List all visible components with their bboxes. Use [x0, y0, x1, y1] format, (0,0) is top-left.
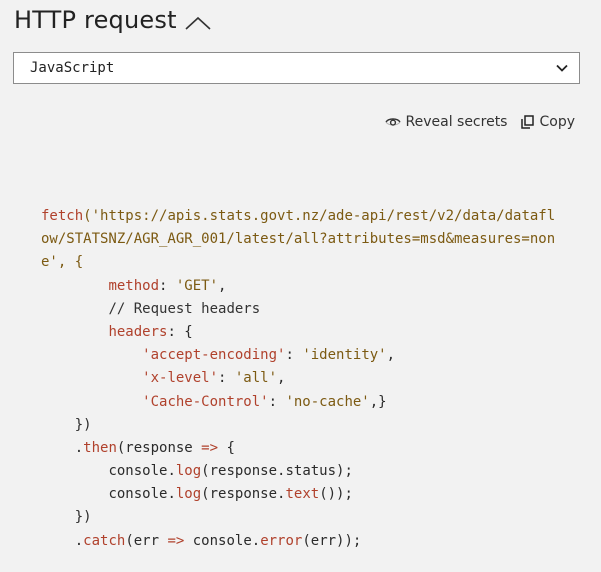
code-token: {: [218, 439, 235, 456]
code-token: :: [268, 393, 286, 410]
code-token: log: [175, 486, 202, 503]
code-token: ());: [319, 486, 353, 503]
code-token: e', {: [41, 254, 84, 271]
language-select-value: JavaScript: [30, 60, 115, 76]
code-line: fetch('https://apis.stats.govt.nz/ade-ap…: [41, 205, 571, 228]
code-token: ('https://apis.stats.govt.nz/ade-api/res…: [83, 208, 556, 224]
code-line: headers: {: [41, 321, 571, 344]
code-token: 'accept-encoding': [142, 347, 286, 364]
code-line: console.log(response.status);: [41, 460, 571, 483]
code-line: .then(response => {: [41, 437, 571, 460]
code-line: .catch(err => console.error(err));: [41, 530, 571, 553]
code-actions: Reveal secrets Copy: [384, 114, 575, 130]
code-line: }): [41, 506, 571, 529]
code-token: .: [74, 439, 84, 456]
code-token: =>: [201, 439, 219, 456]
code-token: (err));: [302, 532, 362, 549]
chevron-up-icon: [185, 16, 211, 30]
code-token: }): [74, 509, 92, 526]
code-token: console.: [108, 463, 176, 480]
code-token: fetch: [41, 208, 84, 224]
code-token: :: [159, 277, 176, 294]
code-token: 'GET': [175, 277, 219, 294]
code-line: ow/STATSNZ/AGR_AGR_001/latest/all?attrib…: [41, 228, 571, 251]
collapse-button[interactable]: [183, 13, 213, 33]
code-token: log: [175, 463, 202, 480]
code-line: e', {: [41, 251, 571, 274]
code-token: ,: [277, 370, 286, 387]
code-token: 'identity': [302, 347, 387, 364]
code-token: :: [285, 347, 303, 364]
code-token: (response.: [201, 486, 286, 503]
code-token: : {: [167, 323, 193, 340]
code-token: method: [108, 277, 160, 294]
code-line: 'accept-encoding': 'identity',: [41, 344, 571, 367]
code-line: method: 'GET',: [41, 275, 571, 298]
section-header: HTTP request: [14, 6, 213, 34]
code-token: }): [74, 416, 92, 433]
reveal-secrets-button[interactable]: Reveal secrets: [384, 114, 508, 130]
chevron-down-icon: [556, 61, 570, 75]
page-title: HTTP request: [14, 6, 177, 34]
code-token: :: [218, 370, 235, 387]
code-token: ,}: [369, 393, 387, 410]
code-token: =>: [167, 532, 185, 549]
copy-button[interactable]: Copy: [521, 114, 575, 130]
code-token: ,: [218, 277, 227, 294]
code-line: 'x-level': 'all',: [41, 367, 571, 390]
language-select[interactable]: JavaScript: [13, 52, 580, 84]
eye-icon: [384, 116, 401, 128]
copy-label: Copy: [539, 114, 575, 130]
code-token: console.: [108, 486, 176, 503]
code-token: (err: [125, 532, 168, 549]
code-line: // Request headers: [41, 298, 571, 321]
code-token: text: [285, 486, 320, 503]
code-token: error: [260, 532, 303, 549]
code-line: console.log(response.text());: [41, 483, 571, 506]
code-token: console.: [184, 532, 261, 549]
copy-icon: [521, 115, 535, 129]
code-token: .: [74, 532, 84, 549]
code-token: 'all': [234, 370, 278, 387]
code-token: 'x-level': [142, 370, 219, 387]
code-token: 'Cache-Control': [142, 393, 269, 410]
code-comment: // Request headers: [108, 300, 261, 317]
code-token: then: [83, 439, 117, 456]
code-token: (response.status);: [201, 463, 353, 480]
code-block: fetch('https://apis.stats.govt.nz/ade-ap…: [41, 205, 571, 553]
reveal-secrets-label: Reveal secrets: [405, 114, 508, 130]
code-token: 'no-cache': [285, 393, 370, 410]
code-token: ow/STATSNZ/AGR_AGR_001/latest/all?attrib…: [41, 231, 556, 248]
code-token: (response: [116, 439, 202, 456]
code-line: 'Cache-Control': 'no-cache',}: [41, 391, 571, 414]
code-line: }): [41, 414, 571, 437]
code-token: catch: [83, 532, 126, 549]
code-token: ,: [386, 347, 396, 364]
code-token: headers: [108, 323, 168, 340]
